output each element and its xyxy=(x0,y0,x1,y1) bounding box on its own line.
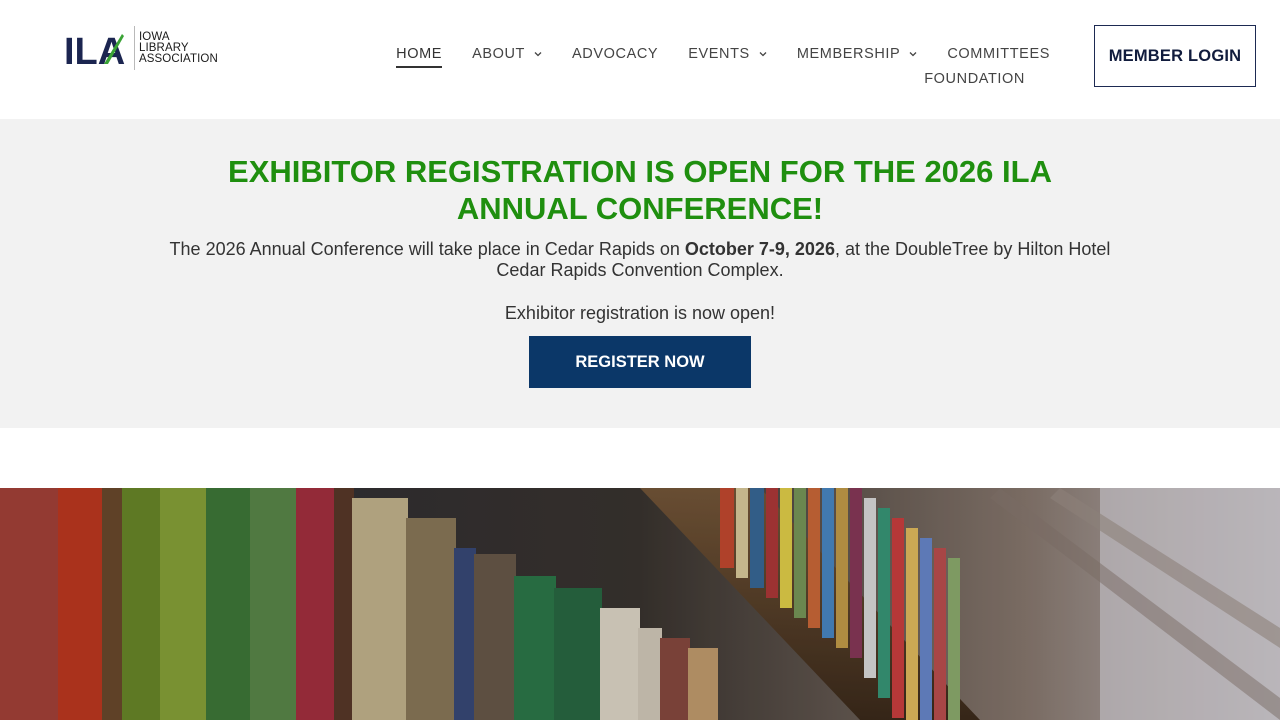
logo-line-1: IOWA xyxy=(139,30,170,43)
main-nav: HOME ABOUT ADVOCACY EVENTS MEMBERSHIP CO… xyxy=(370,40,1050,93)
banner-desc-date: October 7-9, 2026 xyxy=(684,239,835,259)
chevron-down-icon xyxy=(759,52,767,57)
nav-events-label: EVENTS xyxy=(688,46,750,62)
banner-title: EXHIBITOR REGISTRATION IS OPEN FOR THE 2… xyxy=(228,154,1052,226)
nav-committees[interactable]: COMMITTEES xyxy=(947,40,1050,68)
banner-open-text: Exhibitor registration is now open! xyxy=(504,303,776,323)
nav-home-label: HOME xyxy=(396,46,443,62)
nav-foundation[interactable]: FOUNDATION xyxy=(924,65,1025,93)
logo-divider xyxy=(134,26,135,70)
ila-logo[interactable]: ILA IOWA LIBRARY ASSOCIATION xyxy=(64,25,218,71)
nav-about[interactable]: ABOUT xyxy=(472,40,542,68)
nav-about-label: ABOUT xyxy=(472,46,526,62)
member-login-button[interactable]: MEMBER LOGIN xyxy=(1094,25,1256,87)
nav-events[interactable]: EVENTS xyxy=(688,40,767,68)
conference-banner: EXHIBITOR REGISTRATION IS OPEN FOR THE 2… xyxy=(0,119,1280,428)
nav-membership[interactable]: MEMBERSHIP xyxy=(797,40,918,68)
nav-committees-label: COMMITTEES xyxy=(947,46,1050,62)
banner-description: The 2026 Annual Conference will take pla… xyxy=(150,239,1130,281)
logo-line-2: LIBRARY xyxy=(139,41,189,54)
chevron-down-icon xyxy=(534,52,542,57)
nav-membership-label: MEMBERSHIP xyxy=(796,46,901,62)
banner-desc-start: The 2026 Annual Conference will take pla… xyxy=(169,239,685,259)
nav-foundation-label: FOUNDATION xyxy=(924,71,1025,87)
chevron-down-icon xyxy=(909,52,917,57)
library-bookshelf-image xyxy=(0,488,1280,720)
nav-advocacy[interactable]: ADVOCACY xyxy=(572,40,658,68)
register-now-button[interactable]: REGISTER NOW xyxy=(529,336,751,388)
logo-line-3: ASSOCIATION xyxy=(139,52,218,65)
nav-home[interactable]: HOME xyxy=(396,40,442,68)
nav-advocacy-label: ADVOCACY xyxy=(572,46,659,62)
ila-logo-mark: ILA xyxy=(64,28,130,68)
library-hero-image xyxy=(0,488,1280,720)
site-header: ILA IOWA LIBRARY ASSOCIATION HOME ABOUT … xyxy=(0,0,1280,119)
logo-wordmark: IOWA LIBRARY ASSOCIATION xyxy=(139,30,218,65)
